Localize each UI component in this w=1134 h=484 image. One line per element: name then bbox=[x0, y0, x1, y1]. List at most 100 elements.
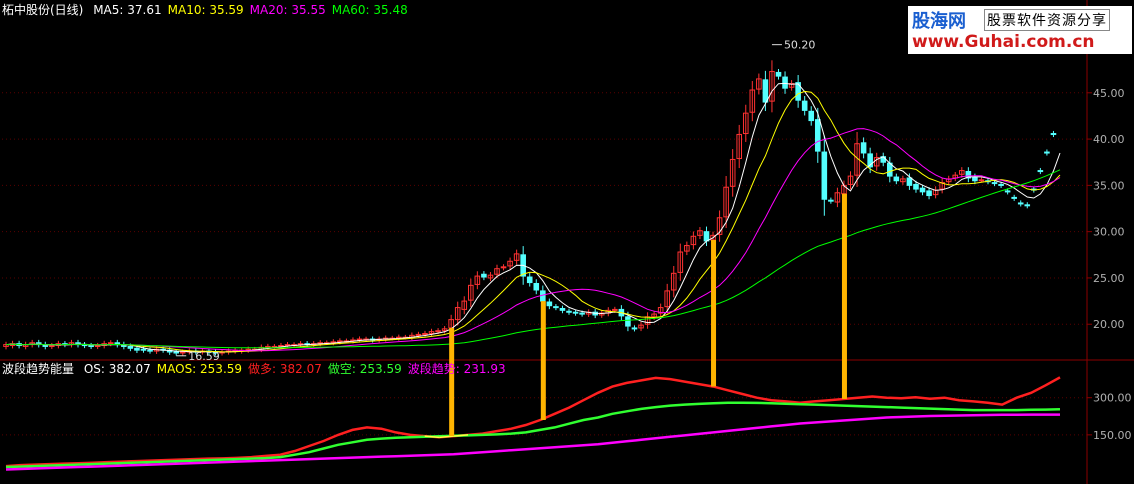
watermark-tagline: 股票软件资源分享 bbox=[984, 9, 1110, 31]
candle-body bbox=[1024, 204, 1031, 207]
candle-body bbox=[919, 187, 926, 193]
candle-body bbox=[775, 71, 782, 77]
indicator-lines bbox=[5, 376, 1061, 471]
ma5-line bbox=[5, 82, 1061, 353]
candle-body bbox=[782, 76, 788, 89]
main-legend: 柘中股份(日线) MA5: 37.61 MA10: 35.59 MA20: 35.5… bbox=[2, 3, 420, 17]
candle-body bbox=[140, 348, 147, 351]
candle-body bbox=[1050, 133, 1057, 136]
candle-body bbox=[559, 307, 566, 311]
price-tick-label: 25.00 bbox=[1093, 272, 1125, 285]
candle-body bbox=[566, 310, 572, 313]
indicator-line-maos bbox=[5, 401, 1061, 469]
signal-bar bbox=[540, 301, 546, 420]
candle-body bbox=[179, 351, 186, 354]
candle-body bbox=[814, 119, 821, 152]
candle-body bbox=[415, 333, 422, 336]
ma10-line bbox=[5, 90, 1061, 353]
price-tick-label: 35.00 bbox=[1093, 179, 1125, 192]
candle-body bbox=[1011, 196, 1017, 199]
ma-legend-item: MA10: 35.59 bbox=[167, 3, 244, 17]
ma-legend-item: MA60: 35.48 bbox=[331, 3, 408, 17]
signal-bar bbox=[711, 239, 717, 387]
candle-body bbox=[860, 142, 867, 154]
price-tick-label: 30.00 bbox=[1093, 226, 1125, 239]
grid bbox=[0, 0, 1134, 484]
candle-body bbox=[526, 276, 533, 284]
chart-canvas: 20.00 25.00 30.00 35.00 40.00 45.00 150.00 300.… bbox=[0, 0, 1134, 484]
indicator-values: OS: 382.07 MAOS: 253.59 做多: 382.07 做空: 253.… bbox=[84, 362, 512, 376]
ma-legend-item: MA5: 37.61 bbox=[93, 3, 162, 17]
candle-body bbox=[801, 100, 808, 111]
signal-bar bbox=[841, 193, 847, 399]
candle-body bbox=[435, 330, 441, 333]
watermark-url: www.Guhai.com.cn bbox=[912, 32, 1095, 52]
candle-body bbox=[978, 179, 985, 182]
price-tick-label: 20.00 bbox=[1093, 318, 1125, 331]
indicator-legend-item: 波段趋势: 231.93 bbox=[407, 362, 506, 376]
indicator-tick-label: 300.00 bbox=[1093, 392, 1132, 405]
candle-body bbox=[422, 332, 428, 335]
candle-body bbox=[88, 345, 94, 348]
candle-body bbox=[625, 316, 631, 327]
candle-body bbox=[762, 79, 769, 103]
ma60-line bbox=[5, 169, 1061, 349]
candle-body bbox=[913, 183, 919, 190]
candle-body bbox=[612, 308, 618, 311]
price-tick-label: 40.00 bbox=[1093, 133, 1125, 146]
candle-body bbox=[553, 306, 559, 309]
candle-body bbox=[906, 177, 913, 186]
indicator-legend-item: MAOS: 253.59 bbox=[156, 362, 243, 376]
candles bbox=[3, 60, 1057, 356]
moving-average-lines bbox=[5, 82, 1061, 353]
candle-body bbox=[1004, 190, 1011, 193]
candle-body bbox=[972, 176, 978, 182]
candle-body bbox=[173, 351, 180, 354]
indicator-legend-item: 做空: 253.59 bbox=[327, 362, 402, 376]
candle-body bbox=[926, 190, 932, 197]
candle-body bbox=[127, 345, 134, 349]
candle-body bbox=[1044, 151, 1050, 154]
indicator-line-os bbox=[5, 376, 1061, 468]
indicator-title: 波段趋势能量 bbox=[2, 362, 75, 376]
candle-body bbox=[1037, 170, 1044, 173]
candle-body bbox=[579, 312, 585, 315]
candle-body bbox=[828, 199, 834, 202]
candle-body bbox=[481, 273, 487, 278]
chart-title: 柘中股份(日线) bbox=[2, 3, 84, 17]
indicator-tick-label: 150.00 bbox=[1093, 429, 1132, 442]
candle-body bbox=[1017, 202, 1024, 205]
watermark-title: 股海网 bbox=[912, 11, 966, 32]
candle-body bbox=[572, 311, 579, 314]
candle-body bbox=[546, 301, 553, 307]
candle-body bbox=[808, 110, 815, 122]
candle-body bbox=[998, 183, 1004, 186]
candle-body bbox=[134, 347, 140, 351]
candle-body bbox=[821, 151, 828, 200]
candle-body bbox=[533, 282, 540, 291]
ma-legend: MA5: 37.61 MA10: 35.59 MA20: 35.55 MA60: 35… bbox=[93, 3, 414, 17]
candle-body bbox=[991, 182, 998, 185]
annotation-label: 16.59 bbox=[188, 350, 220, 363]
annotations: 50.20 16.59 bbox=[176, 39, 815, 363]
candle-body bbox=[631, 327, 638, 330]
watermark-logo: 股海网 股票软件资源分享 www.Guhai.com.cn bbox=[908, 6, 1132, 54]
signal-bar bbox=[449, 327, 455, 437]
candle-body bbox=[94, 345, 101, 348]
candle-body bbox=[703, 231, 710, 242]
candle-body bbox=[49, 345, 55, 348]
candle-body bbox=[337, 340, 343, 343]
ma-legend-item: MA20: 35.55 bbox=[249, 3, 326, 17]
price-axis: 20.00 25.00 30.00 35.00 40.00 45.00 150.00 300.… bbox=[1087, 87, 1132, 442]
candle-body bbox=[893, 176, 900, 182]
candle-body bbox=[147, 349, 153, 352]
indicator-legend-item: OS: 382.07 bbox=[83, 362, 151, 376]
annotation-label: 50.20 bbox=[784, 39, 816, 52]
indicator-legend: 波段趋势能量 OS: 382.07 MAOS: 253.59 做多: 382.07 做… bbox=[2, 362, 518, 376]
candle-body bbox=[500, 266, 507, 269]
candle-body bbox=[284, 344, 291, 347]
indicator-legend-item: 做多: 382.07 bbox=[248, 362, 322, 376]
candle-body bbox=[107, 342, 114, 345]
ma20-line bbox=[5, 128, 1061, 352]
price-tick-label: 45.00 bbox=[1093, 87, 1125, 100]
